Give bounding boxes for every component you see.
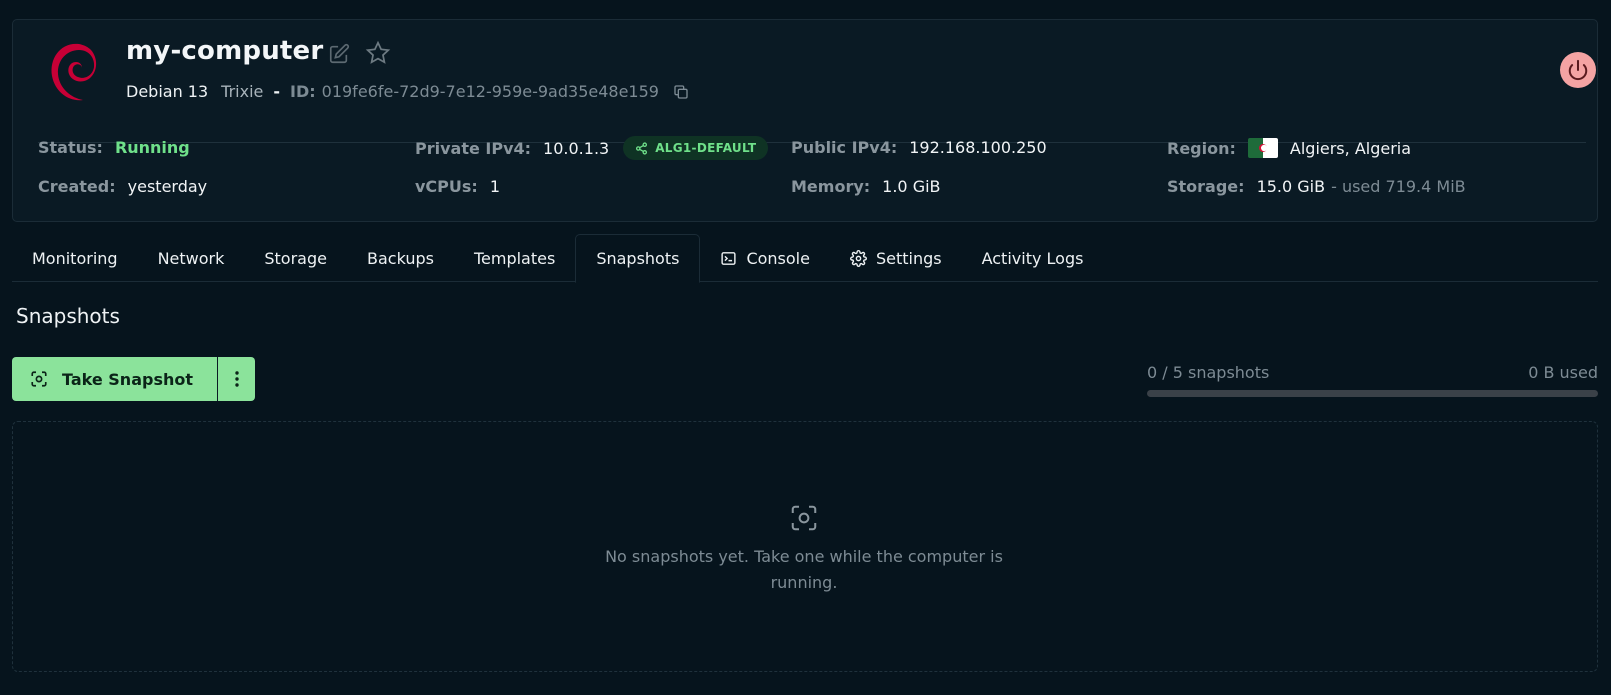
tab-monitoring[interactable]: Monitoring <box>12 234 138 282</box>
empty-state: No snapshots yet. Take one while the com… <box>12 421 1598 672</box>
take-snapshot-label: Take Snapshot <box>62 369 193 389</box>
tab-settings[interactable]: Settings <box>830 234 962 282</box>
computer-subline: Debian 13 Trixie - ID: 019fe6fe-72d9-7e1… <box>126 82 689 101</box>
region-value: Algiers, Algeria <box>1289 138 1412 158</box>
snapshot-size-used: 0 B used <box>1528 363 1598 382</box>
take-snapshot-button-group: Take Snapshot <box>12 357 255 401</box>
public-ipv4-value: 192.168.100.250 <box>909 138 1047 157</box>
tab-label: Network <box>157 248 225 268</box>
separator: - <box>273 82 280 101</box>
region-label: Region: <box>1167 138 1236 158</box>
debian-logo-icon <box>51 43 97 101</box>
camera-focus-icon <box>791 505 817 531</box>
tab-label: Storage <box>264 248 327 268</box>
network-badge-label: ALG1-DEFAULT <box>655 141 757 155</box>
tab-label: Activity Logs <box>981 248 1084 268</box>
tab-label: Settings <box>875 248 942 268</box>
created-field: Created: yesterday <box>38 177 207 196</box>
take-snapshot-button[interactable]: Take Snapshot <box>12 357 217 401</box>
private-ipv4-value: 10.0.1.3 <box>543 138 610 158</box>
more-options-button[interactable] <box>217 357 255 401</box>
private-ipv4-label: Private IPv4: <box>415 138 532 158</box>
star-icon[interactable] <box>365 40 391 66</box>
edit-icon[interactable] <box>328 43 350 65</box>
tab-label: Monitoring <box>32 248 118 268</box>
algeria-flag-icon <box>1247 138 1278 158</box>
computer-id: 019fe6fe-72d9-7e12-959e-9ad35e48e159 <box>321 82 659 101</box>
tab-console[interactable]: Console <box>700 234 830 282</box>
copy-icon[interactable] <box>673 84 689 100</box>
network-badge[interactable]: ALG1-DEFAULT <box>623 136 769 160</box>
tab-label: Templates <box>473 248 556 268</box>
status-value: Running <box>114 138 190 157</box>
share-network-icon <box>636 141 648 155</box>
power-icon <box>1568 59 1588 81</box>
vcpus-value: 1 <box>489 177 500 196</box>
tab-label: Backups <box>366 248 434 268</box>
tab-storage[interactable]: Storage <box>244 234 347 282</box>
os-name: Debian 13 <box>126 82 209 101</box>
computer-name: my-computer <box>126 36 324 66</box>
section-title: Snapshots <box>16 304 120 328</box>
snapshot-count: 0 / 5 snapshots <box>1147 363 1270 382</box>
vcpus-label: vCPUs: <box>415 177 478 196</box>
camera-focus-icon <box>31 371 47 387</box>
os-codename: Trixie <box>221 82 264 101</box>
created-value: yesterday <box>127 177 208 196</box>
computer-header-card: my-computer Debian 13 Trixie - ID: 019fe… <box>12 19 1598 222</box>
tab-network[interactable]: Network <box>138 234 245 282</box>
status-field: Status: Running <box>38 138 190 157</box>
memory-field: Memory: 1.0 GiB <box>791 177 941 196</box>
power-button[interactable] <box>1560 52 1596 88</box>
more-vertical-icon <box>234 371 239 387</box>
tab-snapshots[interactable]: Snapshots <box>575 234 701 283</box>
tab-activity-logs[interactable]: Activity Logs <box>962 234 1104 282</box>
region-field: Region: Algiers, Algeria <box>1167 138 1411 158</box>
snapshot-usage-bar <box>1147 390 1598 397</box>
terminal-icon <box>721 251 737 265</box>
storage-value: 15.0 GiB <box>1256 177 1326 196</box>
tab-bar: Monitoring Network Storage Backups Templ… <box>12 234 1598 283</box>
private-ipv4-field: Private IPv4: 10.0.1.3 ALG1-DEFAULT <box>415 136 769 160</box>
tab-label: Console <box>746 248 810 268</box>
empty-state-message: No snapshots yet. Take one while the com… <box>605 547 1003 592</box>
status-label: Status: <box>38 138 103 157</box>
storage-used: - used 719.4 MiB <box>1331 177 1466 196</box>
tab-label: Snapshots <box>596 249 680 268</box>
storage-label: Storage: <box>1167 177 1245 196</box>
tab-backups[interactable]: Backups <box>347 234 454 282</box>
public-ipv4-field: Public IPv4: 192.168.100.250 <box>791 138 1047 157</box>
public-ipv4-label: Public IPv4: <box>791 138 898 157</box>
gear-icon <box>850 249 867 267</box>
memory-value: 1.0 GiB <box>882 177 941 196</box>
vcpus-field: vCPUs: 1 <box>415 177 500 196</box>
tab-templates[interactable]: Templates <box>454 234 575 282</box>
created-label: Created: <box>38 177 116 196</box>
memory-label: Memory: <box>791 177 871 196</box>
storage-field: Storage: 15.0 GiB - used 719.4 MiB <box>1167 177 1466 196</box>
id-label: ID: <box>290 82 316 101</box>
